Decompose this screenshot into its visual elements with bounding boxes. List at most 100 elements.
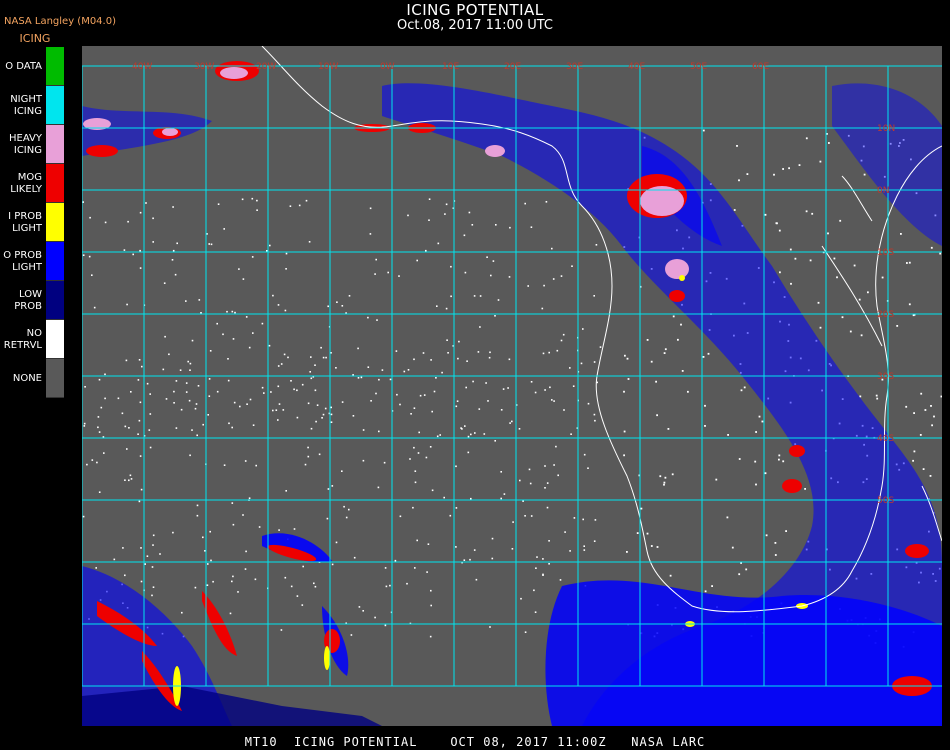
speckle-dot [256, 209, 258, 211]
speckle-dot [202, 536, 204, 539]
speckle-dot [464, 425, 466, 427]
legend-item: O PROB LIGHT [2, 242, 64, 281]
speckle-dot [556, 349, 559, 352]
speckle-dot [522, 500, 524, 502]
speckle-dot [805, 137, 808, 140]
speckle-dot [244, 568, 247, 570]
speckle-dot [687, 390, 689, 393]
speckle-dot [738, 458, 741, 460]
speckle-dot [305, 199, 308, 202]
speckle-dot [103, 452, 105, 454]
speckle-dot [528, 468, 531, 471]
speckle-dot [152, 586, 155, 588]
speckle-dot [487, 400, 489, 402]
speckle-dot [188, 399, 191, 402]
speckle-dot [663, 352, 666, 354]
speckle-dot [704, 590, 707, 593]
speckle-dot [399, 403, 401, 406]
speckle-dot [726, 516, 729, 519]
speckle-dot [287, 356, 289, 359]
speckle-dot [534, 611, 537, 613]
speckle-dot [285, 490, 287, 492]
speckle-dot [98, 431, 101, 433]
speckle-dot [302, 565, 304, 568]
longitude-label: 30W [194, 62, 214, 72]
speckle-dot [89, 216, 91, 219]
speckle-dot [738, 573, 741, 576]
speckle-dot [128, 479, 130, 482]
speckle-dot [195, 403, 198, 405]
speckle-dot [640, 507, 643, 510]
legend-label: O PROB LIGHT [3, 249, 42, 273]
speckle-dot [444, 213, 446, 215]
speckle-dot [91, 459, 94, 461]
speckle-dot [778, 454, 781, 457]
speckle-dot [560, 275, 563, 277]
speckle-dot [564, 531, 566, 533]
speckle-dot [376, 319, 378, 321]
speckle-dot [445, 203, 448, 206]
speckle-dot [277, 385, 280, 388]
speckle-dot [189, 362, 192, 365]
speckle-dot [463, 559, 466, 561]
speckle-dot [500, 409, 503, 411]
speckle-dot [129, 474, 132, 477]
speckle-dot [520, 597, 522, 600]
speckle-dot [168, 353, 170, 356]
speckle-dot [149, 446, 152, 449]
speckle-dot [149, 413, 152, 415]
speckle-dot [931, 424, 933, 427]
speckle-dot [137, 433, 139, 435]
speckle-dot [307, 455, 310, 458]
speckle-dot [430, 359, 432, 361]
speckle-dot [489, 351, 491, 354]
speckle-dot [330, 413, 333, 416]
speckle-dot [138, 419, 141, 422]
speckle-dot [310, 356, 312, 358]
speckle-dot [544, 389, 546, 391]
speckle-dot [782, 460, 785, 463]
speckle-dot [330, 406, 332, 409]
speckle-dot [900, 233, 902, 235]
speckle-dot [348, 295, 351, 297]
speckle-dot [594, 419, 596, 422]
speckle-dot [198, 299, 201, 301]
speckle-dot [472, 380, 474, 383]
legend-item: HEAVY ICING [2, 125, 64, 164]
speckle-dot [345, 516, 348, 519]
speckle-dot [176, 242, 178, 245]
speckle-dot [542, 573, 544, 576]
speckle-dot [375, 392, 377, 395]
speckle-dot [138, 359, 141, 361]
speckle-dot [553, 400, 555, 402]
speckle-dot [535, 567, 537, 569]
speckle-dot [293, 528, 296, 530]
speckle-dot [875, 394, 878, 397]
speckle-dot [483, 433, 486, 435]
legend-label: HEAVY ICING [9, 132, 42, 156]
speckle-dot [819, 326, 822, 329]
speckle-dot [326, 517, 329, 520]
speckle-dot [98, 378, 101, 381]
speckle-dot [680, 323, 682, 326]
speckle-dot [255, 464, 257, 467]
speckle-dot [508, 276, 511, 278]
speckle-dot [819, 160, 822, 163]
speckle-dot [330, 421, 333, 423]
legend-swatch [46, 359, 64, 398]
speckle-dot [232, 523, 235, 526]
speckle-dot [798, 164, 801, 166]
speckle-dot [396, 393, 398, 396]
speckle-dot [175, 380, 178, 382]
speckle-dot [443, 496, 445, 499]
speckle-dot [656, 546, 659, 548]
speckle-dot [181, 611, 183, 614]
speckle-dot [232, 575, 234, 578]
speckle-dot [173, 402, 175, 404]
speckle-dot [416, 539, 418, 542]
speckle-dot [173, 390, 175, 393]
speckle-dot [562, 333, 565, 336]
legend-swatch [46, 320, 64, 359]
speckle-dot [559, 579, 562, 581]
speckle-dot [227, 379, 230, 382]
